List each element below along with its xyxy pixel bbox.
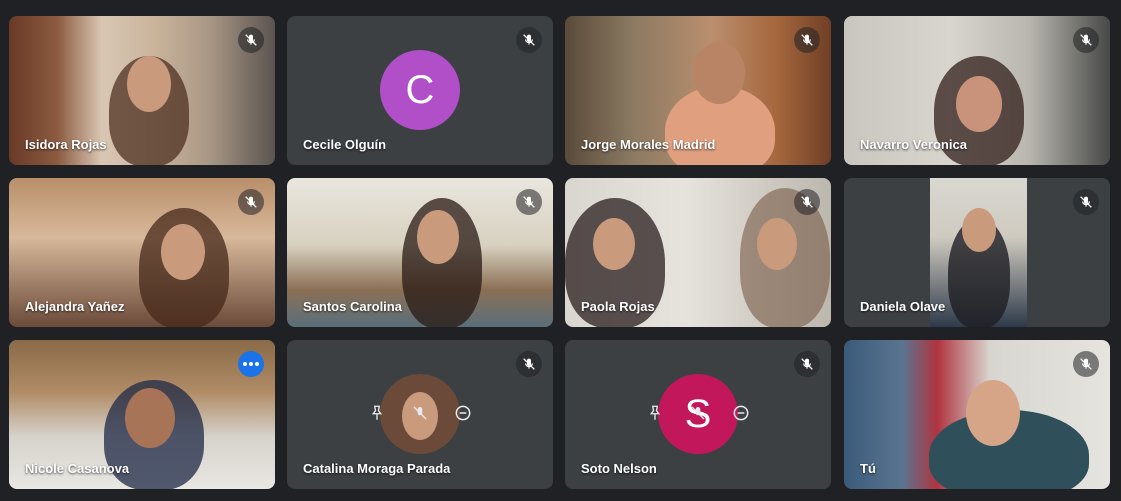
meeting-grid: Isidora Rojas C Cecile Olguín Jorge Mora… — [0, 0, 1121, 501]
participant-name: Paola Rojas — [581, 299, 655, 314]
participant-tile[interactable]: Alejandra Yañez — [9, 178, 275, 327]
participant-name: Cecile Olguín — [303, 137, 387, 152]
remove-icon[interactable] — [451, 401, 475, 425]
participant-name: Soto Nelson — [581, 461, 657, 476]
participant-name: Isidora Rojas — [25, 137, 107, 152]
mic-off-icon — [516, 351, 542, 377]
participant-tile[interactable]: C Cecile Olguín — [287, 16, 553, 165]
mic-off-icon — [516, 189, 542, 215]
participant-tile[interactable]: Jorge Morales Madrid — [565, 16, 831, 165]
participant-tile[interactable]: Catalina Moraga Parada — [287, 340, 553, 489]
mic-off-icon[interactable] — [408, 401, 432, 425]
participant-name: Catalina Moraga Parada — [303, 461, 451, 476]
mic-off-icon[interactable] — [686, 401, 710, 425]
tile-hover-controls — [365, 398, 475, 428]
participant-tile[interactable]: S Soto Nelson — [565, 340, 831, 489]
pin-icon[interactable] — [365, 401, 389, 425]
more-options-icon[interactable] — [238, 351, 264, 377]
participant-tile[interactable]: Isidora Rojas — [9, 16, 275, 165]
participant-name: Nicole Casanova — [25, 461, 130, 476]
participant-tile-active[interactable]: Nicole Casanova — [9, 340, 275, 489]
participant-tile[interactable]: Paola Rojas — [565, 178, 831, 327]
mic-off-icon — [794, 189, 820, 215]
avatar: C — [380, 50, 460, 130]
participant-tile[interactable]: Santos Carolina — [287, 178, 553, 327]
participant-tile-self[interactable]: Tú — [844, 340, 1110, 489]
participant-name: Daniela Olave — [860, 299, 946, 314]
pin-icon[interactable] — [643, 401, 667, 425]
participant-name: Santos Carolina — [303, 299, 402, 314]
tile-hover-controls — [643, 398, 753, 428]
mic-off-icon — [238, 27, 264, 53]
participant-name: Jorge Morales Madrid — [581, 137, 716, 152]
participant-tile[interactable]: Navarro Veronica — [844, 16, 1110, 165]
mic-off-icon — [794, 27, 820, 53]
mic-off-icon — [794, 351, 820, 377]
participant-name: Tú — [860, 461, 876, 476]
mic-off-icon — [1073, 27, 1099, 53]
participant-name: Alejandra Yañez — [25, 299, 125, 314]
mic-off-icon — [516, 27, 542, 53]
remove-icon[interactable] — [729, 401, 753, 425]
participant-name: Navarro Veronica — [860, 137, 967, 152]
participant-tile[interactable]: Daniela Olave — [844, 178, 1110, 327]
participant-video — [844, 340, 1110, 489]
mic-off-icon — [1073, 351, 1099, 377]
mic-off-icon — [238, 189, 264, 215]
mic-off-icon — [1073, 189, 1099, 215]
